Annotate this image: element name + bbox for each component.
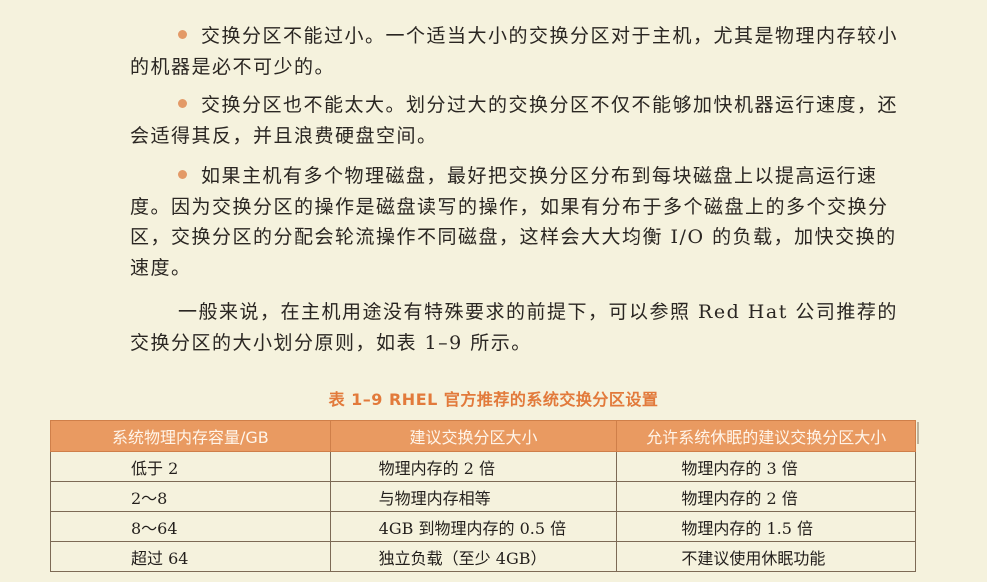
paragraph-redhat-recommendation: 一般来说，在主机用途没有特殊要求的前提下，可以参照 Red Hat 公司推荐的交… xyxy=(130,297,915,358)
cell-hibernate: 物理内存的 2 倍 xyxy=(616,481,916,512)
header-recommended-swap: 建议交换分区大小 xyxy=(329,420,618,452)
paragraph-text: 交换分区也不能太大。划分过大的交换分区不仅不能够加快机器运行速度，还会适得其反，… xyxy=(130,94,899,147)
paragraph-text: 一般来说，在主机用途没有特殊要求的前提下，可以参照 Red Hat 公司推荐的交… xyxy=(130,301,898,354)
table-row: 8～64 4GB 到物理内存的 0.5 倍 物理内存的 1.5 倍 xyxy=(50,511,916,542)
cell-memory: 超过 64 xyxy=(50,541,331,572)
cell-memory: 8～64 xyxy=(50,511,331,542)
cell-memory: 低于 2 xyxy=(50,451,331,482)
cell-swap: 与物理内存相等 xyxy=(329,481,618,512)
paragraph-swap-not-too-small: 交换分区不能过小。一个适当大小的交换分区对于主机，尤其是物理内存较小的机器是必不… xyxy=(130,21,915,82)
bullet-dot xyxy=(178,170,187,179)
swap-recommendation-table: 系统物理内存容量/GB 建议交换分区大小 允许系统休眠的建议交换分区大小 低于 … xyxy=(50,420,916,572)
cell-memory: 2～8 xyxy=(50,481,331,512)
table-header-row: 系统物理内存容量/GB 建议交换分区大小 允许系统休眠的建议交换分区大小 xyxy=(50,420,916,452)
paragraph-multiple-disks: 如果主机有多个物理磁盘，最好把交换分区分布到每块磁盘上以提高运行速度。因为交换分… xyxy=(130,161,915,283)
bullet-dot xyxy=(178,99,187,108)
cell-swap: 物理内存的 2 倍 xyxy=(329,451,618,482)
bullet-dot xyxy=(178,30,187,39)
cell-swap: 4GB 到物理内存的 0.5 倍 xyxy=(329,511,618,542)
header-hibernate-swap: 允许系统休眠的建议交换分区大小 xyxy=(616,420,916,452)
cell-hibernate: 物理内存的 1.5 倍 xyxy=(616,511,916,542)
table-row: 低于 2 物理内存的 2 倍 物理内存的 3 倍 xyxy=(50,451,916,482)
table-caption: 表 1–9 RHEL 官方推荐的系统交换分区设置 xyxy=(328,390,659,409)
cell-hibernate: 不建议使用休眠功能 xyxy=(616,541,916,572)
cell-swap: 独立负载（至少 4GB） xyxy=(329,541,618,572)
table-row: 超过 64 独立负载（至少 4GB） 不建议使用休眠功能 xyxy=(50,541,916,572)
paragraph-text: 交换分区不能过小。一个适当大小的交换分区对于主机，尤其是物理内存较小的机器是必不… xyxy=(130,25,899,78)
scan-edge-mark xyxy=(917,422,919,444)
document-page: 交换分区不能过小。一个适当大小的交换分区对于主机，尤其是物理内存较小的机器是必不… xyxy=(0,0,987,582)
paragraph-swap-not-too-large: 交换分区也不能太大。划分过大的交换分区不仅不能够加快机器运行速度，还会适得其反，… xyxy=(130,90,915,151)
paragraph-text: 如果主机有多个物理磁盘，最好把交换分区分布到每块磁盘上以提高运行速度。因为交换分… xyxy=(130,165,897,279)
cell-hibernate: 物理内存的 3 倍 xyxy=(616,451,916,482)
header-memory-capacity: 系统物理内存容量/GB xyxy=(50,420,331,452)
table-row: 2～8 与物理内存相等 物理内存的 2 倍 xyxy=(50,481,916,512)
